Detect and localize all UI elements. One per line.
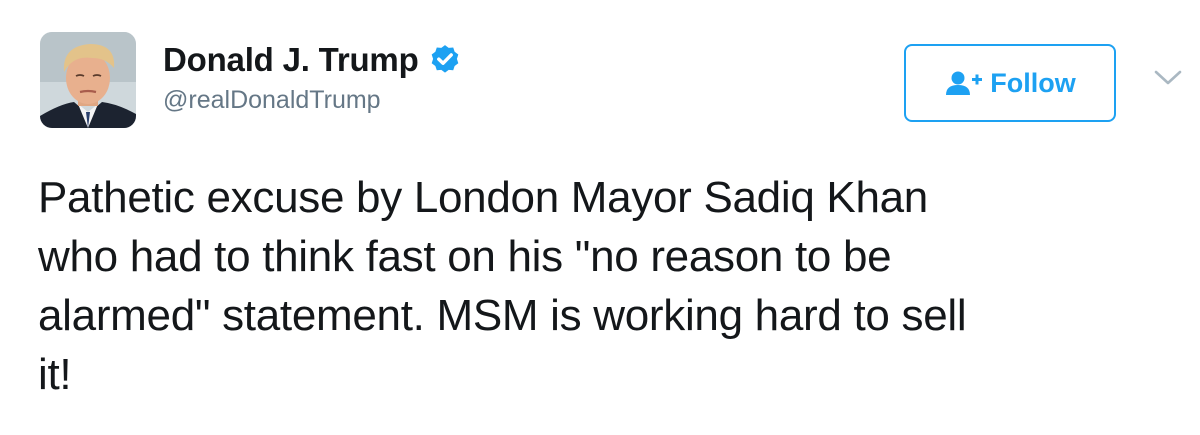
add-user-icon (944, 70, 984, 96)
follow-button[interactable]: Follow (904, 44, 1116, 122)
chevron-down-icon[interactable] (1152, 68, 1184, 88)
author-avatar[interactable] (40, 32, 136, 128)
verified-badge-icon (428, 43, 462, 77)
follow-button-label: Follow (990, 68, 1076, 98)
tweet-card: Donald J. Trump @realDonaldTrump Follow … (0, 0, 1200, 435)
tweet-text: Pathetic excuse by London Mayor Sadiq Kh… (38, 173, 967, 399)
author-name-row: Donald J. Trump (163, 38, 462, 82)
author-display-name[interactable]: Donald J. Trump (163, 40, 419, 80)
author-handle[interactable]: @realDonaldTrump (163, 84, 381, 116)
avatar-image (40, 32, 136, 128)
